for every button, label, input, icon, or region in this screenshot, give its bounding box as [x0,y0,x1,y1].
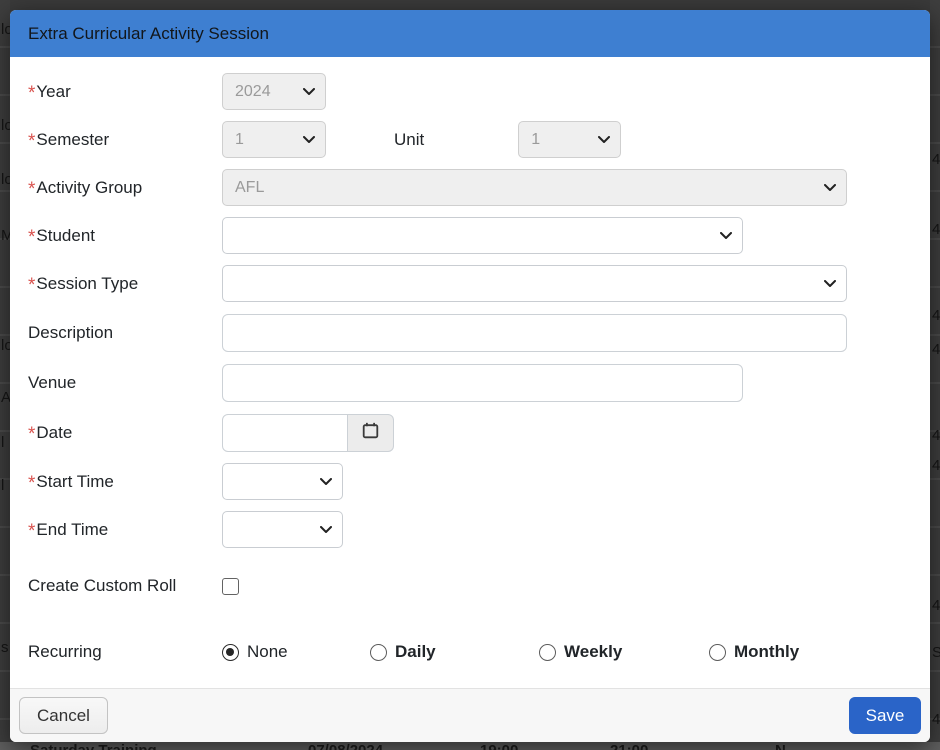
session-type-label: * Session Type [28,273,139,296]
session-type-row: * Session Type [28,265,912,302]
semester-label: * Semester [28,129,110,152]
required-asterisk: * [28,274,36,296]
required-asterisk: * [28,423,36,445]
dialog-footer: Cancel Save [10,688,930,742]
recurring-option-none[interactable]: None [222,642,370,662]
semester-row: * Semester 1 Unit 1 [28,121,912,158]
recurring-radio-group: None Daily Weekly Monthly [222,642,799,662]
student-row: * Student [28,217,912,254]
create-custom-roll-label: Create Custom Roll [28,576,177,595]
start-time-label: * Start Time [28,471,114,494]
required-asterisk: * [28,178,36,200]
activity-group-select: AFL [222,169,847,206]
student-label: * Student [28,225,96,248]
radio-icon [370,643,387,661]
chevron-down-icon [824,279,836,288]
year-select: 2024 [222,73,326,110]
dialog-title: Extra Curricular Activity Session [28,23,269,43]
create-custom-roll-row: Create Custom Roll [28,574,912,598]
required-asterisk: * [28,472,36,494]
year-label: * Year [28,81,71,104]
date-input-group [222,413,394,452]
extra-curricular-activity-session-dialog: Extra Curricular Activity Session * Year… [10,10,930,742]
date-input[interactable] [222,413,348,452]
required-asterisk: * [28,520,36,542]
venue-input[interactable] [222,363,743,402]
recurring-option-weekly[interactable]: Weekly [539,642,709,662]
session-type-select[interactable] [222,265,847,302]
chevron-down-icon [824,183,836,192]
radio-icon [709,643,726,661]
save-button[interactable]: Save [849,697,921,734]
year-row: * Year 2024 [28,73,912,110]
radio-icon [539,643,556,661]
required-asterisk: * [28,226,36,248]
backdrop-right-strip: 4444444S4 [930,0,940,750]
end-time-row: * End Time [28,511,912,548]
recurring-row: Recurring None Daily Weekly Monthly [28,640,912,664]
end-time-label: * End Time [28,519,109,542]
calendar-icon [362,422,379,444]
venue-row: Venue [28,363,912,402]
semester-select: 1 [222,121,326,158]
required-asterisk: * [28,82,36,104]
venue-label: Venue [28,372,77,392]
start-time-select[interactable] [222,463,343,500]
chevron-down-icon [303,135,315,144]
student-select[interactable] [222,217,743,254]
backdrop-table-row: Saturday Training07/08/202419:0021:00N [0,742,940,750]
activity-group-row: * Activity Group AFL [28,169,912,206]
chevron-down-icon [598,135,611,144]
unit-label: Unit [394,129,425,149]
recurring-option-daily[interactable]: Daily [370,642,539,662]
unit-select: 1 [518,121,622,158]
chevron-down-icon [720,231,732,240]
required-asterisk: * [28,130,36,152]
chevron-down-icon [320,477,332,486]
dialog-body: * Year 2024 * Semester 1 Unit 1 * Activi… [10,57,930,688]
backdrop-top-strip [0,0,940,10]
start-time-row: * Start Time [28,463,912,500]
radio-icon [222,643,239,661]
chevron-down-icon [320,525,332,534]
date-picker-button[interactable] [348,413,394,452]
dialog-header: Extra Curricular Activity Session [10,10,930,57]
recurring-option-monthly[interactable]: Monthly [709,642,799,662]
backdrop-left-strip: lololoM,loAlls [0,0,10,750]
recurring-label: Recurring [28,642,102,661]
date-label: * Date [28,422,73,445]
description-label: Description [28,322,114,342]
activity-group-label: * Activity Group [28,177,143,200]
end-time-select[interactable] [222,511,343,548]
create-custom-roll-checkbox[interactable] [222,577,239,595]
cancel-button[interactable]: Cancel [19,697,108,734]
chevron-down-icon [303,87,315,96]
description-row: Description [28,313,912,352]
date-row: * Date [28,413,912,452]
description-input[interactable] [222,313,847,352]
